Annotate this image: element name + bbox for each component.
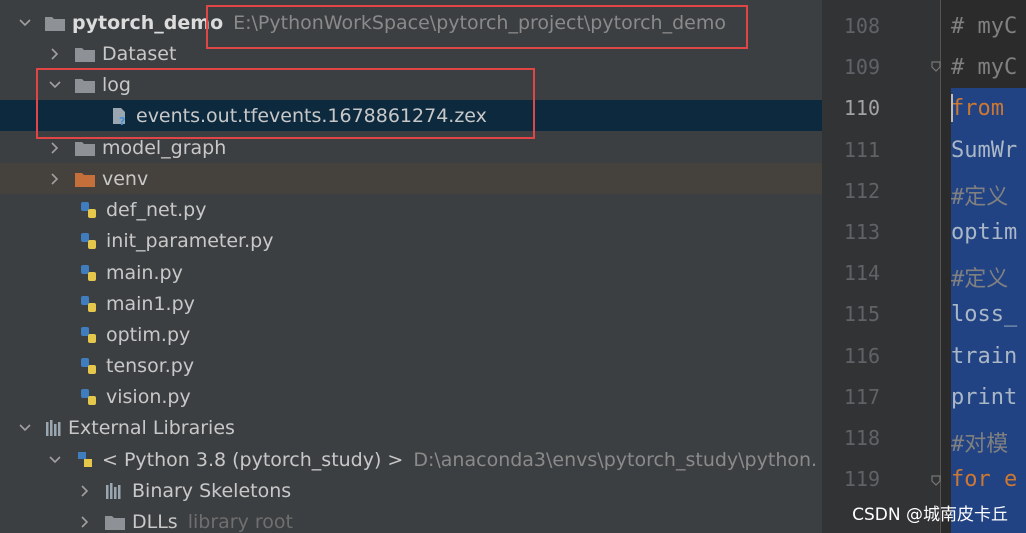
fold-marker-icon[interactable] — [930, 60, 942, 72]
tree-item-label: tensor.py — [106, 354, 195, 377]
library-icon — [104, 481, 126, 501]
tree-item-file[interactable]: def_net.py — [0, 194, 822, 225]
code-line: #对模 — [951, 432, 1009, 457]
python-file-icon — [78, 387, 100, 407]
line-number: 109 — [843, 55, 880, 79]
watermark: CSDN @城南皮卡丘 — [852, 505, 1008, 525]
folder-icon — [44, 13, 66, 33]
code-line: from — [951, 96, 1004, 121]
highlight-box-path — [206, 5, 748, 49]
chevron-down-icon[interactable] — [18, 16, 32, 30]
tree-item-label: vision.py — [106, 385, 191, 408]
tree-item-label: External Libraries — [68, 416, 235, 439]
code-line: SumWr — [951, 138, 1018, 163]
tree-item-file[interactable]: main1.py — [0, 288, 822, 319]
code-line: # myC — [951, 14, 1018, 39]
highlight-box-log — [36, 68, 535, 139]
tree-item-label: init_parameter.py — [106, 229, 274, 252]
tree-item-label: Binary Skeletons — [132, 479, 292, 502]
line-number: 117 — [843, 385, 880, 409]
line-number: 118 — [843, 426, 880, 450]
tree-item-label: def_net.py — [106, 198, 207, 221]
python-file-icon — [78, 325, 100, 345]
tree-item-file[interactable]: init_parameter.py — [0, 225, 822, 256]
python-icon — [74, 450, 96, 470]
folder-icon — [74, 44, 96, 64]
code-editor[interactable]: 108 109 110 111 112 113 114 115 116 117 … — [822, 0, 1026, 533]
line-number: 111 — [843, 138, 880, 162]
tree-item-python-sdk[interactable]: < Python 3.8 (pytorch_study) > D:\anacon… — [0, 444, 822, 475]
tree-item-label: pytorch_demo — [72, 11, 224, 34]
line-number: 112 — [843, 179, 880, 203]
tree-item-label: main1.py — [106, 292, 195, 315]
chevron-right-icon[interactable] — [48, 141, 62, 155]
tree-item-label: optim.py — [106, 323, 191, 346]
tree-item-file[interactable]: optim.py — [0, 319, 822, 350]
chevron-right-icon[interactable] — [78, 515, 92, 529]
python-file-icon — [78, 200, 100, 220]
library-icon — [44, 418, 66, 438]
tree-item-label: model_graph — [102, 136, 227, 159]
folder-icon — [74, 138, 96, 158]
line-number: 119 — [843, 467, 880, 491]
code-line: train — [951, 344, 1018, 369]
chevron-right-icon[interactable] — [48, 172, 62, 186]
line-number: 108 — [843, 14, 880, 38]
python-file-icon — [78, 231, 100, 251]
code-line: optim — [951, 220, 1018, 245]
chevron-down-icon[interactable] — [48, 453, 62, 467]
project-tree: pytorch_demo E:\PythonWorkSpace\pytorch_… — [0, 0, 822, 533]
tree-item-label: venv — [102, 167, 149, 190]
line-number: 116 — [843, 344, 880, 368]
line-number: 113 — [843, 220, 880, 244]
python-file-icon — [78, 263, 100, 283]
tree-item-binary-skeletons[interactable]: Binary Skeletons — [0, 475, 822, 506]
tree-item-label: < Python 3.8 (pytorch_study) > — [102, 448, 404, 471]
text-caret — [951, 94, 953, 122]
tree-item-label: main.py — [106, 261, 183, 284]
code-line: for e — [951, 467, 1018, 492]
code-line: #定义 — [951, 185, 1009, 210]
code-line: #定义 — [951, 267, 1009, 292]
chevron-right-icon[interactable] — [78, 484, 92, 498]
python-file-icon — [78, 294, 100, 314]
code-line: # myC — [951, 55, 1018, 80]
line-number: 114 — [843, 261, 880, 285]
tree-item-venv[interactable]: venv — [0, 163, 822, 194]
tree-item-file[interactable]: vision.py — [0, 381, 822, 412]
tree-item-label: DLLs — [132, 510, 178, 533]
line-number-current: 110 — [843, 96, 880, 120]
library-root-hint: library root — [187, 510, 293, 533]
excluded-folder-icon — [74, 169, 96, 189]
python-file-icon — [78, 356, 100, 376]
folder-icon — [104, 512, 126, 532]
tree-item-label: Dataset — [102, 42, 177, 65]
line-number: 115 — [843, 302, 880, 326]
sdk-path: D:\anaconda3\envs\pytorch_study\python. — [413, 448, 818, 471]
chevron-down-icon[interactable] — [18, 421, 32, 435]
tree-item-file[interactable]: tensor.py — [0, 350, 822, 381]
code-line: print — [951, 385, 1018, 410]
code-line: loss_ — [951, 302, 1018, 327]
chevron-right-icon[interactable] — [48, 47, 62, 61]
tree-item-external-libraries[interactable]: External Libraries — [0, 412, 822, 443]
fold-marker-icon[interactable] — [930, 474, 942, 486]
tree-item-file[interactable]: main.py — [0, 257, 822, 288]
tree-item-dlls[interactable]: DLLs library root — [0, 506, 822, 533]
